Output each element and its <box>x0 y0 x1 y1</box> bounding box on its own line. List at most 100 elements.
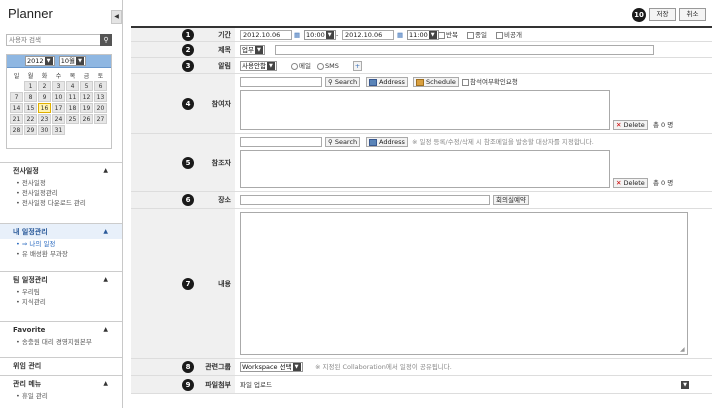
calendar-day[interactable]: 28 <box>10 125 23 135</box>
calendar-day[interactable]: 5 <box>80 81 93 91</box>
sidebar-item[interactable]: • ⇒ 나의 일정 <box>0 239 122 249</box>
attendee-address-button[interactable]: Address <box>366 77 408 87</box>
collapse-arrow-icon[interactable]: ▲ <box>103 272 108 288</box>
subject-type-select[interactable]: 업무 ▼ <box>240 45 265 55</box>
subject-input[interactable] <box>275 45 654 55</box>
calendar-day[interactable]: 10 <box>52 92 65 102</box>
sidebar-section-title[interactable]: Favorite ▲ <box>0 321 122 337</box>
calendar-day[interactable]: 25 <box>66 114 79 124</box>
sidebar-section-title[interactable]: 관리 메뉴 ▲ <box>0 375 122 391</box>
sidebar-item[interactable]: • 지식관리 <box>0 297 122 307</box>
calendar-day[interactable]: 7 <box>10 92 23 102</box>
calendar-day[interactable]: 20 <box>94 103 107 113</box>
reference-delete-button[interactable]: ✕ Delete <box>613 178 648 188</box>
cancel-button[interactable]: 취소 <box>679 8 706 21</box>
private-checkbox[interactable] <box>496 31 503 39</box>
content-editor[interactable] <box>240 212 688 355</box>
start-date-input[interactable]: 2012.10.06 <box>240 30 292 40</box>
weekday-header: 수 <box>55 72 62 80</box>
attendee-delete-button[interactable]: ✕ Delete <box>613 120 648 130</box>
attendee-search-input[interactable] <box>240 77 322 87</box>
user-search-input[interactable] <box>7 35 105 45</box>
workspace-select[interactable]: Workspace 선택 ▼ <box>240 362 303 372</box>
calendar-day[interactable]: 19 <box>80 103 93 113</box>
calendar-day[interactable]: 9 <box>38 92 51 102</box>
attendee-list[interactable] <box>240 90 610 130</box>
place-input[interactable] <box>240 195 490 205</box>
calendar-day[interactable]: 16 <box>38 103 51 113</box>
sidebar-item[interactable]: • 유 배성환 부과장 <box>0 249 122 259</box>
collapse-arrow-icon[interactable]: ▲ <box>103 163 108 179</box>
sidebar-item[interactable]: • 휴일 관리 <box>0 391 122 401</box>
calendar-day[interactable]: 27 <box>94 114 107 124</box>
calendar-day[interactable]: 6 <box>94 81 107 91</box>
sidebar-item[interactable]: • 송충원 대리 경영지원본부 <box>0 337 122 347</box>
calendar-day[interactable]: 29 <box>24 125 37 135</box>
add-alarm-button[interactable]: + <box>353 61 362 71</box>
calendar-icon[interactable]: ▦ <box>294 30 300 40</box>
search-icon[interactable]: ⚲ <box>100 34 112 46</box>
chevron-down-icon: ▼ <box>44 57 53 65</box>
calendar-day[interactable]: 11 <box>66 92 79 102</box>
calendar-day[interactable]: 4 <box>66 81 79 91</box>
attendee-search-button[interactable]: ⚲ Search <box>325 77 361 87</box>
calendar-day[interactable]: 1 <box>24 81 37 91</box>
sidebar-section-title[interactable]: 위임 관리 <box>0 357 122 373</box>
file-upload-label[interactable]: 파일 업로드 <box>240 380 272 390</box>
weekday-header: 월 <box>27 72 34 80</box>
calendar-day[interactable]: 12 <box>80 92 93 102</box>
sidebar-section-title[interactable]: 전사일정 ▲ <box>0 162 122 178</box>
calendar-day[interactable]: 8 <box>24 92 37 102</box>
user-search-field[interactable] <box>6 34 106 46</box>
year-select[interactable]: 2012 ▼ <box>25 56 55 66</box>
sms-radio[interactable] <box>317 62 324 70</box>
attendee-schedule-button[interactable]: Schedule <box>413 77 459 87</box>
sidebar-item[interactable]: • 전사일정 다운로드 관리 <box>0 198 122 208</box>
calendar-day[interactable]: 18 <box>66 103 79 113</box>
sidebar-section-title[interactable]: 내 일정관리 ▲ <box>0 223 122 239</box>
sidebar-section-title[interactable]: 팀 일정관리 ▲ <box>0 271 122 287</box>
calendar-day[interactable]: 31 <box>52 125 65 135</box>
collapse-arrow-icon[interactable]: ▲ <box>103 224 108 240</box>
calendar-day[interactable]: 26 <box>80 114 93 124</box>
reference-search-button[interactable]: ⚲ Search <box>325 137 361 147</box>
sidebar-item[interactable]: • 전사일정 <box>0 178 122 188</box>
calendar-day[interactable]: 17 <box>52 103 65 113</box>
calendar-day[interactable]: 15 <box>24 103 37 113</box>
start-time-select[interactable]: 10:00 ▼ <box>304 30 336 40</box>
resize-handle-icon[interactable]: ◢ <box>680 345 685 355</box>
reference-address-button[interactable]: Address <box>366 137 408 147</box>
end-date-input[interactable]: 2012.10.06 <box>342 30 394 40</box>
calendar-day[interactable]: 30 <box>38 125 51 135</box>
allday-checkbox[interactable] <box>467 31 474 39</box>
save-button[interactable]: 저장 <box>649 8 676 21</box>
sidebar-item[interactable]: • 전사일정관리 <box>0 188 122 198</box>
calendar-day[interactable]: 13 <box>94 92 107 102</box>
calendar-day[interactable]: 23 <box>38 114 51 124</box>
calendar-day[interactable]: 21 <box>10 114 23 124</box>
weekday-header: 일 <box>13 72 20 80</box>
calendar-icon[interactable]: ▦ <box>397 30 403 40</box>
calendar-day[interactable]: 3 <box>52 81 65 91</box>
room-reservation-button[interactable]: 회의실예약 <box>493 195 529 205</box>
collapse-arrow-icon[interactable]: ▲ <box>103 322 108 338</box>
reference-list[interactable] <box>240 150 610 188</box>
chevron-down-icon[interactable]: ▼ <box>681 381 689 389</box>
collapse-sidebar-button[interactable]: ◀ <box>111 10 122 24</box>
calendar-day[interactable]: 14 <box>10 103 23 113</box>
calendar-day[interactable]: 22 <box>24 114 37 124</box>
chevron-down-icon: ▼ <box>254 46 263 54</box>
calendar-day[interactable]: 24 <box>52 114 65 124</box>
end-time-select[interactable]: 11:00 ▼ <box>407 30 439 40</box>
content-row: 7 내용 ◢ <box>131 209 712 359</box>
sidebar-item[interactable]: • 우리팀 <box>0 287 122 297</box>
alarm-select[interactable]: 사용안함 ▼ <box>240 61 277 71</box>
subject-label: 제목 <box>218 45 231 54</box>
email-radio[interactable] <box>291 62 298 70</box>
collapse-arrow-icon[interactable]: ▲ <box>103 376 108 392</box>
reference-search-input[interactable] <box>240 137 322 147</box>
month-select[interactable]: 10월 ▼ <box>58 56 87 66</box>
calendar-day[interactable]: 2 <box>38 81 51 91</box>
attendance-confirm-checkbox[interactable] <box>462 78 469 86</box>
repeat-checkbox[interactable] <box>438 31 445 39</box>
